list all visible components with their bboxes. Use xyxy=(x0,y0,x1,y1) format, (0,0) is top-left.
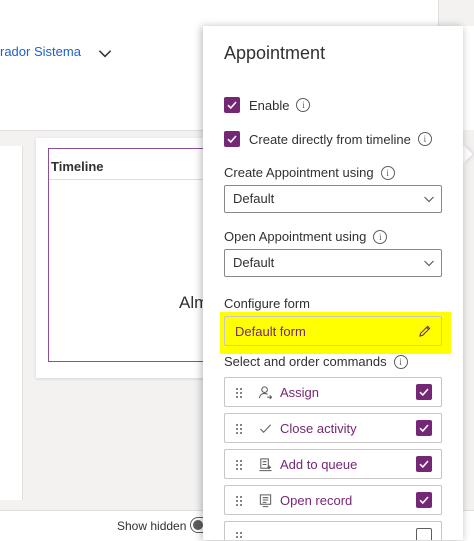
drag-grip-icon[interactable] xyxy=(235,495,243,507)
queue-icon xyxy=(259,458,272,472)
create-using-dropdown[interactable]: Default xyxy=(224,185,442,213)
create-using-value: Default xyxy=(233,191,275,206)
timeline-title: Timeline xyxy=(51,159,104,174)
command-checkbox[interactable] xyxy=(416,456,432,472)
timeline-control[interactable]: Timeline Alm xyxy=(48,148,218,362)
drag-grip-icon[interactable] xyxy=(235,459,243,471)
drag-grip-icon[interactable] xyxy=(235,387,243,399)
checkmark-icon xyxy=(419,424,429,433)
edit-pencil-icon xyxy=(419,325,431,337)
create-using-label: Create Appointment using xyxy=(224,165,374,180)
command-checkbox[interactable] xyxy=(416,384,432,400)
command-label: Close activity xyxy=(280,421,357,436)
info-icon[interactable]: i xyxy=(296,98,311,112)
right-edge-panel xyxy=(438,0,474,26)
checkmark-icon xyxy=(259,424,272,433)
checkmark-icon xyxy=(227,101,237,110)
command-row-assign[interactable]: Assign xyxy=(224,377,442,407)
command-row-add-to-queue[interactable]: Add to queue xyxy=(224,449,442,479)
command-label: Open record xyxy=(280,493,353,508)
pane-title: Appointment xyxy=(224,43,326,63)
open-using-value: Default xyxy=(233,255,275,270)
checkmark-icon xyxy=(419,460,429,469)
commands-field-label: Select and order commands i xyxy=(224,354,408,369)
enable-checkbox[interactable] xyxy=(224,97,240,113)
show-hidden-label: Show hidden xyxy=(117,519,187,533)
checkmark-icon xyxy=(419,388,429,397)
create-from-timeline-row: Create directly from timeline i xyxy=(224,131,432,147)
enable-label: Enable xyxy=(249,97,290,113)
chevron-down-icon xyxy=(424,196,434,203)
chevron-down-icon xyxy=(424,260,434,267)
info-icon[interactable]: i xyxy=(393,354,408,369)
command-label: Assign xyxy=(280,385,320,400)
create-from-timeline-label: Create directly from timeline xyxy=(249,131,411,147)
assign-icon xyxy=(258,386,273,400)
toggle-knob xyxy=(193,520,203,530)
drag-grip-icon[interactable] xyxy=(235,423,243,435)
command-row-close-activity[interactable]: Close activity xyxy=(224,413,442,443)
command-checkbox[interactable] xyxy=(416,492,432,508)
default-form-label: Default form xyxy=(235,324,306,339)
enable-row: Enable i xyxy=(224,97,311,113)
create-using-field-label: Create Appointment using i xyxy=(224,165,395,180)
create-from-timeline-checkbox[interactable] xyxy=(224,131,240,147)
command-checkbox[interactable] xyxy=(416,528,432,540)
timeline-divider xyxy=(49,179,217,180)
form-icon xyxy=(259,494,272,508)
drag-grip-icon[interactable] xyxy=(235,531,243,540)
command-row-open-record[interactable]: Open record xyxy=(224,485,442,515)
open-using-dropdown[interactable]: Default xyxy=(224,249,442,277)
info-icon[interactable]: i xyxy=(380,165,395,180)
record-name-link[interactable]: rador Sistema xyxy=(0,44,81,59)
configure-form-label: Configure form xyxy=(224,296,310,311)
info-icon[interactable]: i xyxy=(417,132,432,146)
checkmark-icon xyxy=(419,496,429,505)
open-using-label: Open Appointment using xyxy=(224,229,367,244)
info-icon[interactable]: i xyxy=(373,229,388,244)
default-form-button[interactable]: Default form xyxy=(224,316,442,346)
left-card xyxy=(0,146,23,500)
command-row-partial[interactable] xyxy=(224,521,442,540)
commands-label: Select and order commands xyxy=(224,354,387,369)
command-checkbox[interactable] xyxy=(416,420,432,436)
chevron-down-icon[interactable] xyxy=(96,44,114,62)
checkmark-icon xyxy=(227,135,237,144)
appointment-properties-pane: Appointment Enable i Create directly fro… xyxy=(203,26,463,540)
command-label: Add to queue xyxy=(280,457,358,472)
open-using-field-label: Open Appointment using i xyxy=(224,229,388,244)
